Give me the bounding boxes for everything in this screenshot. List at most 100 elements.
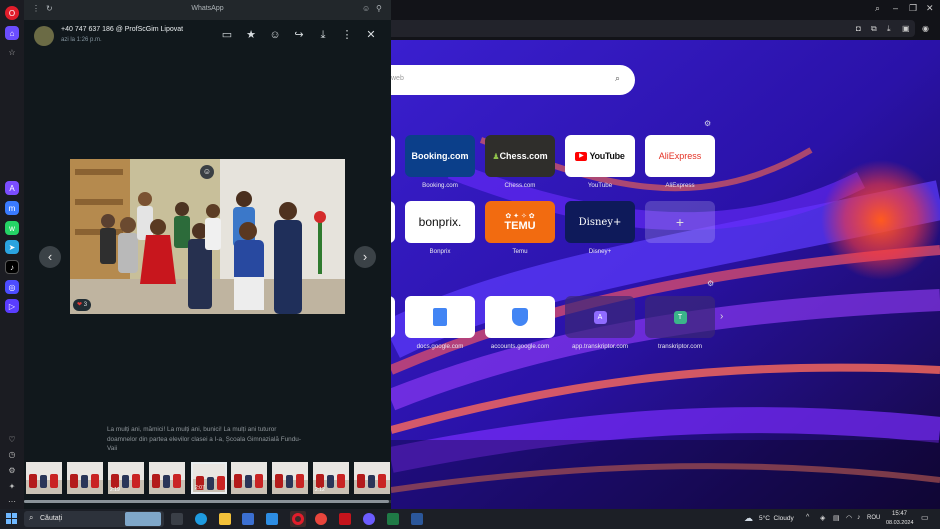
speed-dial-settings-icon[interactable]: ⚙ [707,279,714,288]
network-icon[interactable]: ▤ [833,514,840,522]
thumbnail-label: 2:19 [110,487,120,493]
speed-dial-tile-accounts[interactable] [485,296,555,338]
speed-dial-tile-transkriptor-app[interactable]: A [565,296,635,338]
speed-dial-tile-chess[interactable]: ♟ Chess.com [485,135,555,177]
file-explorer-icon[interactable] [219,513,231,525]
speed-dial-tile-youtube[interactable]: ▶ YouTube [565,135,635,177]
wifi-icon[interactable]: ◠ [846,514,852,522]
thumbnail[interactable] [231,462,267,494]
restore-icon[interactable]: ❐ [909,3,917,14]
wallet-icon[interactable]: ▣ [902,24,910,33]
emoji-icon[interactable]: ☺ [362,4,370,13]
heart-icon[interactable]: ♡ [5,432,19,446]
home-icon[interactable]: ⌂ [5,26,19,40]
opera-logo-icon[interactable]: O [5,6,19,20]
volume-icon[interactable]: ♪ [857,514,861,521]
star-icon[interactable]: ☆ [5,45,19,59]
shared-photo[interactable]: ☺ ❤ 3 [70,159,345,314]
system-tray-icon[interactable]: ◈ [820,514,825,522]
avatar[interactable] [34,26,54,46]
speed-dial-tile-aliexpress[interactable]: AliExpress [645,135,715,177]
clock-time[interactable]: 15:47 [892,511,907,517]
speed-dial-tile-partial[interactable] [391,135,395,177]
previous-media-button[interactable]: ‹ [39,246,61,268]
messenger-icon[interactable]: m [5,201,19,215]
bulb-icon[interactable]: ✦ [5,479,19,493]
pin-icon[interactable]: ⚲ [376,4,382,13]
netflix-icon[interactable] [339,513,351,525]
aria-icon[interactable]: A [5,181,19,195]
scrollbar-thumb[interactable] [24,500,389,503]
close-window-icon[interactable]: ✕ [926,3,934,14]
search-tabs-icon[interactable]: ⌕ [875,3,880,14]
download-icon[interactable]: ⤓ [887,24,891,34]
chrome-icon[interactable] [315,513,327,525]
address-bar[interactable] [391,20,915,37]
forward-icon[interactable]: ↪ [292,28,306,42]
add-site-button[interactable]: + [645,201,715,243]
thumbnail[interactable] [67,462,103,494]
taskbar-search[interactable]: ⌕ Căutați [24,511,164,527]
speed-dial-tile-booking[interactable]: Booking.com [405,135,475,177]
speed-dial-tile-partial[interactable] [391,296,395,338]
thumbnail-label: 2:07 [195,485,205,491]
camera-icon[interactable]: ◘ [856,24,861,33]
speed-dial-tile-temu[interactable]: ✿ ✦ ✧ ✿ TEMU [485,201,555,243]
edge-icon[interactable] [195,513,207,525]
search-icon[interactable]: ⌕ [615,73,620,84]
next-media-button[interactable]: › [354,246,376,268]
word-icon[interactable] [411,513,423,525]
star-icon[interactable]: ★ [244,28,258,42]
chevron-up-icon[interactable]: ^ [806,514,809,521]
player-icon[interactable]: ▷ [5,299,19,313]
thumbnail[interactable] [26,462,62,494]
thumbnail[interactable] [149,462,185,494]
more-options-icon[interactable]: ⋮ [340,28,354,42]
media-player-icon[interactable] [363,513,375,525]
whatsapp-icon[interactable]: w [5,221,19,235]
minimize-icon[interactable]: – [893,3,898,13]
speed-dial-tile-partial[interactable] [391,201,395,243]
clock-date[interactable]: 08.03.2024 [886,520,914,526]
search-box[interactable]: web ⌕ [391,65,635,95]
input-language[interactable]: ROU [867,515,880,521]
windows-taskbar: ⌕ Căutați ☁ 5°C Cloudy ^ ◈ ▤ ◠ ♪ ROU 15:… [0,509,940,529]
speed-dial-tile-transkriptor[interactable]: T [645,296,715,338]
notifications-icon[interactable]: ▭ [921,513,929,522]
extensions-icon[interactable]: ⧉ [871,24,877,34]
speed-dial-tile-docs[interactable] [405,296,475,338]
thumbnail[interactable] [272,462,308,494]
close-icon[interactable]: ✕ [364,28,378,42]
speed-dial-settings-icon[interactable]: ⚙ [704,119,711,128]
more-icon[interactable]: ⋯ [5,494,19,508]
instagram-icon[interactable]: ◎ [5,280,19,294]
react-icon[interactable]: ☺ [268,28,282,42]
telegram-icon[interactable]: ➤ [5,240,19,254]
store-icon[interactable] [242,513,254,525]
thumbnail[interactable] [354,462,390,494]
tiktok-icon[interactable]: ♪ [5,260,19,274]
chat-icon[interactable]: ▭ [220,28,234,42]
settings-icon[interactable]: ⚙ [5,463,19,477]
speed-dial-tile-disney[interactable]: Disney+ [565,201,635,243]
speed-dial-tile-bonprix[interactable]: bonprix. [405,201,475,243]
history-icon[interactable]: ◷ [5,447,19,461]
react-button[interactable]: ☺ [200,165,214,179]
thumbnail-selected[interactable]: 2:07 [191,462,227,494]
reaction-badge[interactable]: ❤ 3 [73,299,92,311]
thumbnail[interactable]: 2:19 [108,462,144,494]
speed-dial-label: Booking.com [422,182,458,189]
opera-taskbar-icon[interactable] [290,511,306,527]
excel-icon[interactable] [387,513,399,525]
download-icon[interactable]: ⤓ [316,28,330,42]
bonprix-logo: bonprix. [418,215,462,229]
thumbnail[interactable]: 2:12 [313,462,349,494]
task-view-icon[interactable] [171,513,183,525]
easy-setup-icon[interactable]: ◉ [922,24,929,33]
weather-text[interactable]: 5°C Cloudy [759,515,794,522]
chevron-right-icon[interactable]: › [720,311,723,322]
speed-dial-label: accounts.google.com [490,343,550,350]
mail-icon[interactable] [266,513,278,525]
opera-new-tab-window: ⌕ – ❐ ✕ ◘ ⧉ ⤓ ▣ ◉ web ⌕ ⚙ ⚙ Booking.com … [391,0,940,509]
windows-start-icon[interactable] [6,513,17,524]
